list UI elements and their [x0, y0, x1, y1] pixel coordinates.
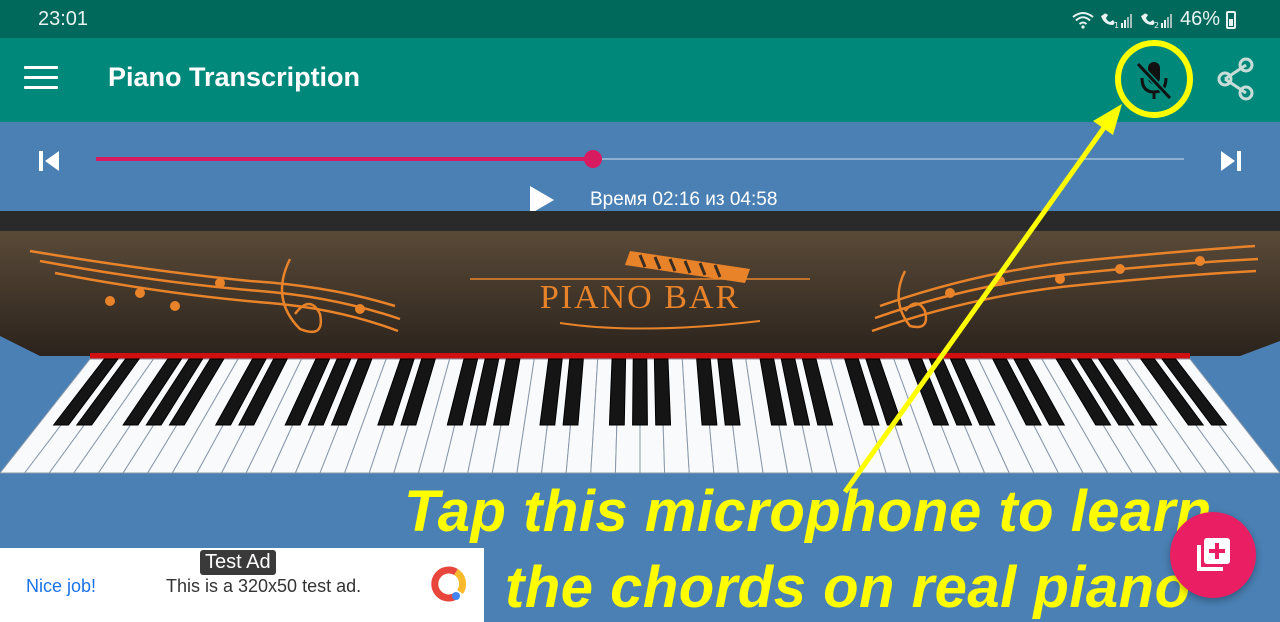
seek-bar[interactable] [96, 150, 1184, 168]
skip-previous-icon[interactable] [36, 148, 62, 174]
piano-brand: PIANO BAR [540, 279, 740, 316]
wifi-icon [1072, 11, 1094, 29]
ad-logo-icon [431, 566, 466, 602]
status-icons: 1 2 46% [1072, 8, 1236, 31]
app-title: Piano Transcription [108, 62, 361, 92]
playback-time: Время 02:16 из 04:58 [590, 189, 778, 210]
skip-next-icon[interactable] [1218, 148, 1244, 174]
share-icon[interactable] [1214, 56, 1258, 102]
tutorial-caption-line1: Tap this microphone to learn [404, 479, 1212, 544]
player-controls: Время 02:16 из 04:58 [0, 122, 1280, 214]
menu-icon[interactable] [24, 66, 58, 92]
battery-percent: 46% [1179, 8, 1220, 30]
status-bar: 23:01 1 2 46% [0, 0, 1280, 38]
svg-text:2: 2 [1154, 21, 1159, 29]
app-bar: Piano Transcription [0, 38, 1280, 122]
battery-icon [1226, 10, 1236, 29]
black-key[interactable] [653, 358, 672, 426]
seek-progress [96, 157, 594, 161]
black-key[interactable] [632, 358, 648, 426]
signal-sim1-icon: 1 [1100, 13, 1132, 29]
tutorial-caption-line2: the chords on real piano [505, 555, 1191, 620]
mic-off-icon[interactable] [1130, 56, 1178, 104]
signal-sim2-icon: 2 [1140, 13, 1172, 29]
svg-text:1: 1 [1114, 21, 1119, 29]
test-ad-badge: Test Ad [200, 550, 276, 575]
black-key[interactable] [608, 358, 627, 426]
add-to-library-button[interactable] [1170, 512, 1256, 598]
seek-thumb[interactable] [584, 150, 603, 168]
status-time: 23:01 [38, 8, 89, 30]
ad-text: This is a 320x50 test ad. [166, 576, 362, 596]
library-add-icon [1197, 538, 1230, 571]
ad-cta[interactable]: Nice job! [26, 576, 96, 597]
piano-keyboard[interactable]: PIANO BAR [0, 211, 1280, 491]
